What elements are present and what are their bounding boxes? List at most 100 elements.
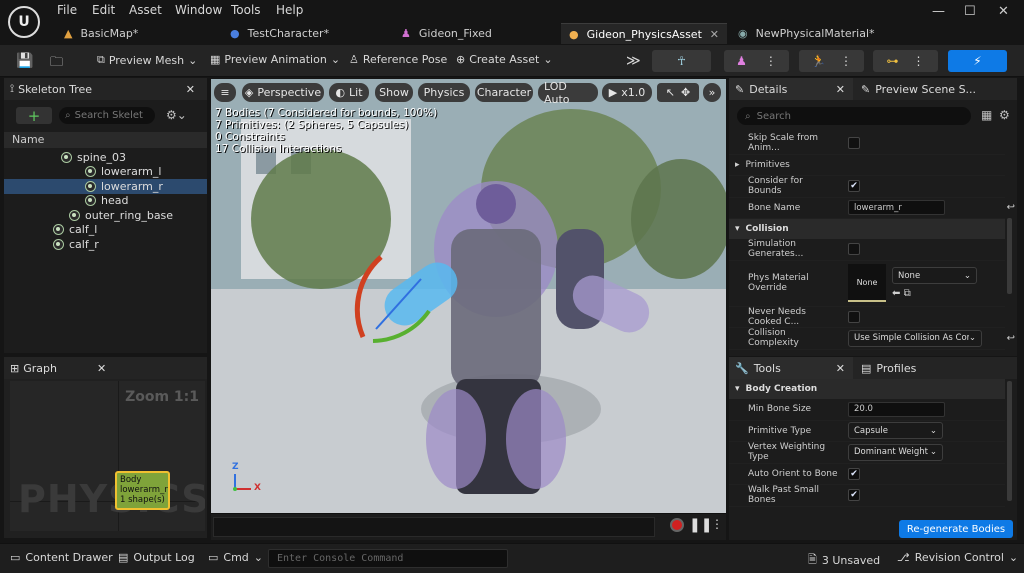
close-icon[interactable]: ✕ — [710, 28, 719, 41]
physics-mode-button[interactable]: ⚡ — [948, 50, 1007, 72]
use-selected-icon[interactable]: ⬅ — [892, 288, 900, 299]
output-log-button[interactable]: ▤ Output Log — [118, 551, 195, 564]
close-icon[interactable]: ✕ — [186, 83, 195, 96]
consider-bounds-checkbox[interactable]: ✔ — [848, 180, 860, 193]
viewport-menu-button[interactable]: ≡ — [214, 83, 236, 102]
primitive-type-dropdown[interactable]: Capsule ⌄ — [848, 422, 943, 440]
collision-complexity-dropdown[interactable]: Use Simple Collision As Com ⌄ — [848, 329, 982, 347]
lit-button[interactable]: ◐ Lit — [329, 83, 369, 102]
body-node[interactable]: Body lowerarm_r 1 shape(s) — [115, 471, 170, 510]
window-close-icon[interactable]: ✕ — [998, 4, 1009, 19]
menu-tools[interactable]: Tools — [231, 3, 261, 17]
tree-item-head[interactable]: head — [4, 194, 207, 209]
cmd-dropdown[interactable]: ▭ Cmd ⌄ — [208, 551, 263, 564]
save-icon[interactable]: 💾 — [16, 53, 33, 69]
tab-tools[interactable]: 🔧 Tools ✕ — [729, 357, 853, 379]
close-icon[interactable]: ✕ — [836, 83, 845, 96]
add-button[interactable]: + — [16, 107, 52, 125]
perspective-button[interactable]: ◈ Perspective — [242, 83, 324, 102]
more-icon[interactable]: ⋮ — [913, 54, 925, 68]
tab-preview-scene[interactable]: ✎ Preview Scene S... — [853, 83, 976, 96]
blueprint-mode-button[interactable]: ⊶ ⋮ — [873, 50, 938, 72]
unreal-logo-icon[interactable]: U — [8, 6, 40, 38]
settings-gear-icon[interactable]: ⚙ — [999, 108, 1010, 122]
playback-speed-button[interactable]: ▶ x1.0 — [602, 83, 652, 102]
phys-material-dropdown[interactable]: None ⌄ — [892, 267, 977, 284]
tree-item-lowerarm-l[interactable]: lowerarm_l — [4, 165, 207, 180]
translate-icon[interactable]: ✥ — [681, 86, 690, 99]
section-collision[interactable]: ▾ Collision — [729, 219, 1005, 239]
skeleton-mode-button[interactable]: ☥ — [652, 50, 711, 72]
tree-item-outer-ring-base[interactable]: outer_ring_base — [4, 208, 207, 223]
preview-mesh-button[interactable]: ⧉ Preview Mesh ⌄ — [97, 53, 197, 67]
more-icon[interactable]: ⋮ — [711, 517, 723, 531]
phys-material-thumbnail[interactable]: None — [848, 264, 886, 302]
maximize-icon[interactable]: ☐ — [964, 4, 976, 19]
column-header-name[interactable]: Name — [4, 132, 207, 148]
details-scrollbar[interactable] — [1007, 218, 1012, 294]
pause-icon[interactable]: ❚❚ — [689, 517, 712, 533]
viewport[interactable]: Z X ≡ ◈ Perspective ◐ Lit Show Physics Cha… — [211, 79, 726, 513]
expand-toolbar-icon[interactable]: ≫ — [626, 53, 641, 69]
viewport-more-button[interactable]: » — [703, 83, 721, 102]
physics-button[interactable]: Physics — [418, 83, 470, 102]
tree-item-spine-03[interactable]: spine_03 — [4, 150, 207, 165]
select-icon[interactable]: ↖ — [666, 86, 675, 99]
tree-item-calf-l[interactable]: calf_l — [4, 223, 207, 238]
details-search-input[interactable]: ⌕ Search — [737, 107, 971, 125]
prop-primitives[interactable]: ▸ Primitives — [729, 155, 1005, 176]
browse-icon[interactable]: ⧉ — [904, 288, 911, 299]
tab-profiles[interactable]: ▤ Profiles — [853, 362, 916, 375]
auto-orient-checkbox[interactable]: ✔ — [848, 467, 860, 480]
regenerate-bodies-button[interactable]: Re-generate Bodies — [899, 520, 1013, 538]
skip-scale-checkbox[interactable] — [848, 137, 860, 150]
mesh-mode-button[interactable]: ♟ ⋮ — [724, 50, 789, 72]
browse-asset-icon[interactable]: 🗀 — [50, 53, 63, 75]
create-asset-button[interactable]: ⊕ Create Asset ⌄ — [456, 53, 553, 66]
menu-file[interactable]: File — [57, 3, 77, 17]
close-icon[interactable]: ✕ — [836, 362, 845, 375]
never-needs-checkbox[interactable] — [848, 310, 860, 323]
timeline-track[interactable] — [213, 517, 655, 537]
tree-item-calf-r[interactable]: calf_r — [4, 237, 207, 252]
character-button[interactable]: Character — [475, 83, 533, 102]
graph-canvas[interactable]: Zoom 1:1 PHYSICS Body lowerarm_r 1 shape… — [10, 381, 205, 531]
min-bone-size-field[interactable]: 20.0 — [848, 401, 945, 417]
transform-tools[interactable]: ↖ ✥ — [657, 83, 699, 102]
bone-name-field[interactable]: lowerarm_r — [848, 200, 945, 216]
menu-asset[interactable]: Asset — [129, 3, 162, 17]
tab-gideon-physicsasset[interactable]: ● Gideon_PhysicsAsset ✕ — [561, 23, 727, 44]
animation-mode-button[interactable]: 🏃 ⋮ — [799, 50, 864, 72]
menu-help[interactable]: Help — [276, 3, 303, 17]
vertex-weighting-dropdown[interactable]: Dominant Weight ⌄ — [848, 443, 943, 461]
more-icon[interactable]: ⋮ — [840, 54, 852, 68]
section-body-creation[interactable]: ▾ Body Creation — [729, 379, 1005, 399]
tree-item-lowerarm-r[interactable]: lowerarm_r — [4, 179, 207, 194]
tab-newphysicalmaterial[interactable]: ◉ NewPhysicalMaterial* — [730, 23, 900, 44]
tab-testcharacter[interactable]: ● TestCharacter* — [222, 23, 387, 44]
console-input[interactable]: Enter Console Command — [268, 549, 508, 568]
revision-control-button[interactable]: ⎇ Revision Control ⌄ — [897, 551, 1018, 564]
minimize-icon[interactable]: — — [932, 4, 945, 19]
reference-pose-button[interactable]: ♙ Reference Pose — [349, 53, 447, 66]
content-drawer-button[interactable]: ▭ Content Drawer — [10, 551, 113, 564]
preview-animation-button[interactable]: ▦ Preview Animation ⌄ — [210, 53, 340, 66]
record-icon[interactable] — [670, 518, 684, 532]
reset-arrow-icon[interactable]: ↩ — [1007, 333, 1015, 344]
tools-scrollbar[interactable] — [1007, 381, 1012, 501]
menu-window[interactable]: Window — [175, 3, 222, 17]
tab-details[interactable]: ✎ Details ✕ — [729, 78, 853, 100]
sim-generates-checkbox[interactable] — [848, 243, 860, 256]
unsaved-button[interactable]: 🗎 3 Unsaved — [808, 551, 880, 570]
tab-basicmap[interactable]: ▲ BasicMap* — [56, 23, 216, 44]
table-view-icon[interactable]: ▦ — [981, 108, 992, 122]
tab-gideon-fixed[interactable]: ♟ Gideon_Fixed — [393, 23, 558, 44]
close-icon[interactable]: ✕ — [97, 362, 106, 375]
settings-gear-icon[interactable]: ⚙⌄ — [166, 108, 187, 122]
show-button[interactable]: Show — [375, 83, 413, 102]
more-icon[interactable]: ⋮ — [765, 54, 777, 68]
skeleton-search-input[interactable]: ⌕ Search Skelet — [59, 107, 155, 124]
reset-arrow-icon[interactable]: ↩ — [1007, 202, 1015, 213]
menu-edit[interactable]: Edit — [92, 3, 115, 17]
walk-past-checkbox[interactable]: ✔ — [848, 489, 860, 502]
